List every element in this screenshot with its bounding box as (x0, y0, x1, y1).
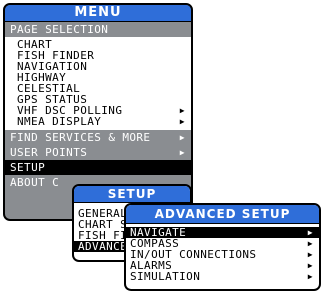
submenu-arrow-icon: ▶ (179, 147, 185, 157)
submenu-arrow-icon: ▶ (307, 227, 313, 237)
page-selection-header: PAGE SELECTION (5, 22, 191, 37)
menu-item-user-points[interactable]: USER POINTS ▶ (5, 145, 191, 160)
menu-title: MENU (5, 5, 191, 22)
submenu-arrow-icon: ▶ (307, 249, 313, 259)
submenu-arrow-icon: ▶ (307, 260, 313, 270)
submenu-arrow-icon: ▶ (179, 132, 185, 142)
submenu-arrow-icon: ▶ (307, 271, 313, 281)
setup-title: SETUP (74, 186, 190, 203)
page-list: CHART FISH FINDER NAVIGATION HIGHWAY CEL… (5, 37, 191, 130)
submenu-arrow-icon: ▶ (179, 116, 185, 126)
advanced-setup-title: ADVANCED SETUP (126, 205, 319, 224)
submenu-arrow-icon: ▶ (179, 105, 185, 115)
adv-item-simulation[interactable]: SIMULATION ▶ (126, 271, 319, 282)
advanced-setup-menu: ADVANCED SETUP NAVIGATE ▶ COMPASS ▶ IN/O… (124, 203, 321, 291)
menu-item-find-services[interactable]: FIND SERVICES & MORE ▶ (5, 130, 191, 145)
advanced-setup-list: NAVIGATE ▶ COMPASS ▶ IN/OUT CONNECTIONS … (126, 224, 319, 282)
submenu-arrow-icon: ▶ (307, 238, 313, 248)
menu-item-nmea-display[interactable]: NMEA DISPLAY ▶ (5, 116, 191, 127)
menu-item-setup[interactable]: SETUP (5, 160, 191, 175)
